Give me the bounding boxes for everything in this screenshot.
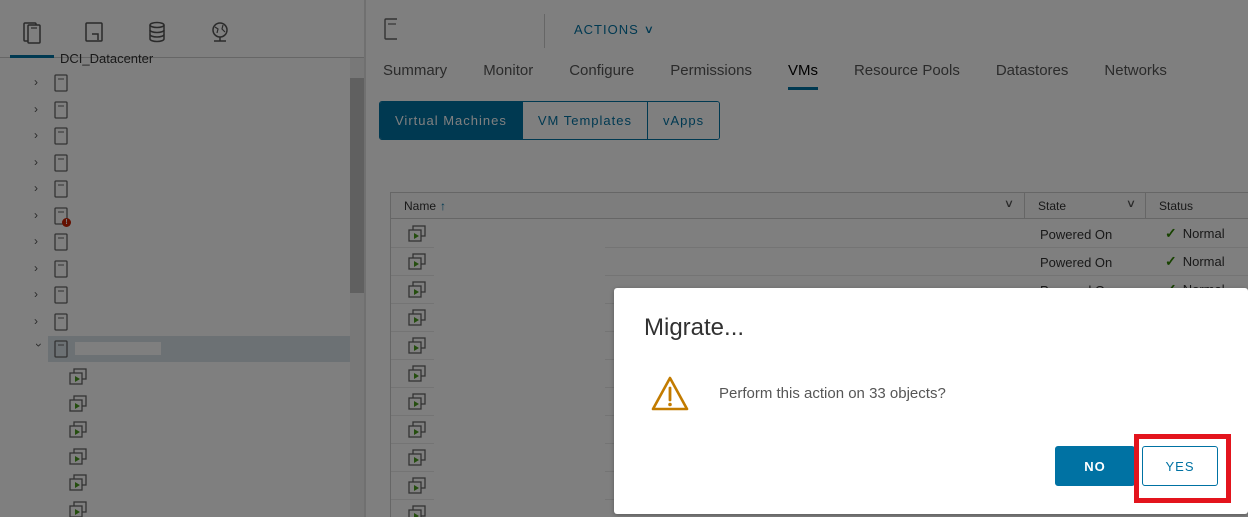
warning-icon (651, 376, 689, 411)
dialog-title: Migrate... (644, 314, 745, 341)
yes-button-highlight (1134, 434, 1231, 503)
no-button[interactable]: NO (1055, 446, 1135, 486)
dialog-message: Perform this action on 33 objects? (719, 385, 946, 402)
